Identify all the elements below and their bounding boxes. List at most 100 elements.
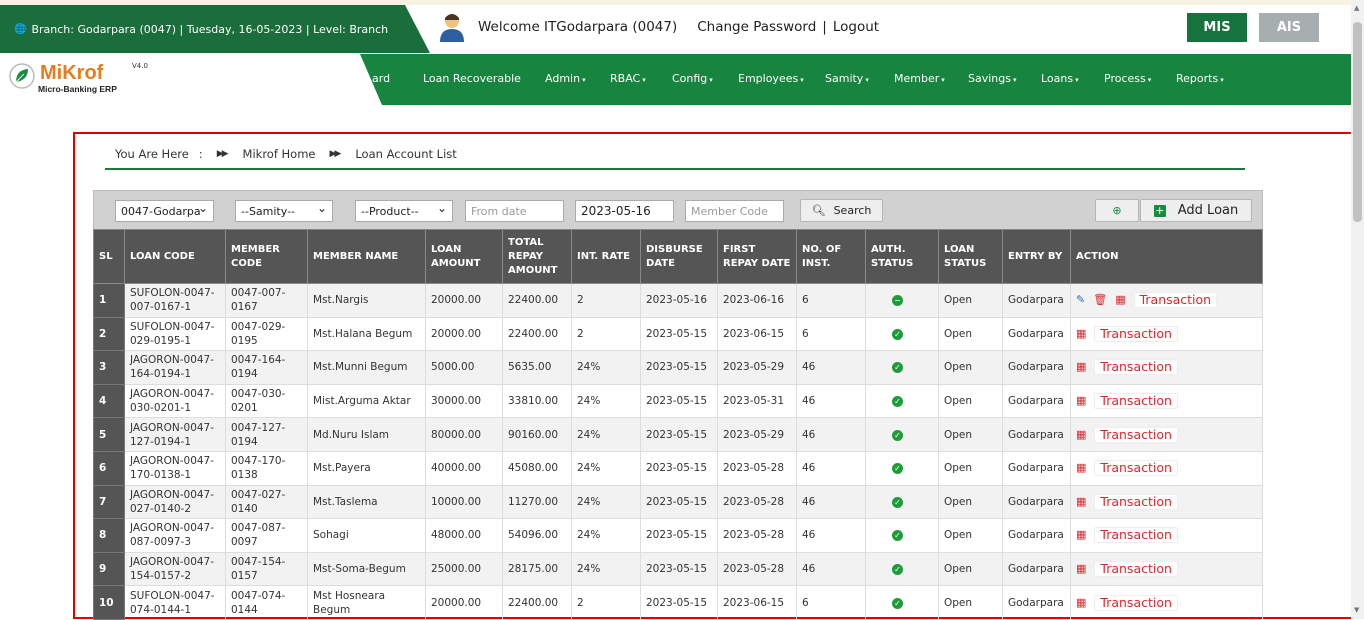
cell-sl: 4 (93, 383, 125, 419)
mis-button[interactable]: MIS (1187, 13, 1247, 42)
transaction-button[interactable]: Transaction (1133, 292, 1218, 309)
calendar-icon[interactable]: ▦ (1076, 562, 1086, 576)
nav-admin[interactable]: Admin ▾ (545, 72, 586, 85)
calendar-icon[interactable]: ▦ (1076, 428, 1086, 442)
transaction-button[interactable]: Transaction (1094, 359, 1178, 376)
cell-member-code: 0047-087-0097 (225, 518, 308, 553)
transaction-button[interactable]: Transaction (1094, 460, 1178, 477)
caret-down-icon: ▾ (1220, 76, 1224, 84)
page-scrollbar[interactable]: ▲ ▼ (1351, 0, 1364, 619)
cell-loan-status: Open (938, 316, 1003, 352)
scrollbar-thumb[interactable] (1353, 22, 1362, 222)
nav-dashboard[interactable]: ard (372, 72, 390, 85)
action-group: ▦ Transaction (1076, 561, 1257, 578)
calendar-icon[interactable]: ▦ (1076, 327, 1086, 341)
logout-link[interactable]: Logout (833, 19, 879, 35)
member-code-input[interactable]: Member Code (685, 200, 784, 222)
cell-member-name: Mst.Payera (307, 450, 426, 486)
cell-disburse-date: 2023-05-16 (640, 283, 718, 318)
breadcrumb-home[interactable]: Mikrof Home (243, 147, 316, 161)
calendar-icon[interactable]: ▦ (1076, 461, 1086, 475)
from-date-input[interactable]: From date (465, 200, 564, 222)
change-password-link[interactable]: Change Password (697, 19, 816, 35)
product-select[interactable]: --Product-- (355, 200, 453, 222)
cell-auth-status: ✓ (865, 316, 939, 352)
nav-loan-recoverable[interactable]: Loan Recoverable (423, 72, 521, 85)
nav-config[interactable]: Config ▾ (672, 72, 713, 85)
calendar-icon[interactable]: ▦ (1076, 394, 1086, 408)
transaction-button[interactable]: Transaction (1094, 493, 1178, 510)
scroll-down-icon[interactable]: ▼ (1354, 606, 1359, 614)
transaction-button[interactable]: Transaction (1094, 561, 1178, 578)
nav-rbac[interactable]: RBAC ▾ (610, 72, 646, 85)
nav-member[interactable]: Member ▾ (894, 72, 945, 85)
table-row: 7 JAGORON-0047-027-0140-2 0047-027-0140 Mst… (93, 484, 1263, 520)
link-separator: | (822, 19, 827, 35)
logo-subtitle: Micro-Banking ERP (38, 84, 117, 94)
cell-loan-amount: 20000.00 (425, 316, 503, 352)
breadcrumb-colon: : (198, 147, 203, 161)
calendar-icon[interactable]: ▦ (1076, 596, 1086, 610)
cell-disburse-date: 2023-05-15 (640, 518, 718, 553)
table-row: 3 JAGORON-0047-164-0194-1 0047-164-0194 Mst… (93, 350, 1263, 385)
mikrof-logo[interactable]: MiKrof V4.0 Micro-Banking ERP (8, 60, 168, 100)
cell-member-code: 0047-164-0194 (225, 350, 308, 385)
transaction-button[interactable]: Transaction (1094, 393, 1178, 410)
transaction-button[interactable]: Transaction (1094, 594, 1178, 611)
cell-auth-status: ✓ (865, 518, 939, 553)
branch-select[interactable]: 0047-Godarpa (115, 200, 214, 222)
cell-entry-by: Godarpara (1002, 518, 1071, 553)
transaction-button[interactable]: Transaction (1094, 527, 1178, 544)
calendar-icon[interactable]: ▦ (1076, 495, 1086, 509)
cell-first-repay: 2023-05-29 (717, 417, 797, 452)
nav-config-label: Config (672, 72, 708, 85)
logo-name-rest: Krof (62, 62, 104, 84)
table-header-row: SL LOAN CODE MEMBER CODE MEMBER NAME LOA… (93, 229, 1263, 284)
nav-member-label: Member (894, 72, 940, 85)
nav-process[interactable]: Process ▾ (1104, 72, 1151, 85)
transaction-button[interactable]: Transaction (1094, 426, 1178, 443)
to-date-input[interactable]: 2023-05-16 (575, 200, 674, 222)
nav-reports-label: Reports (1176, 72, 1219, 85)
cell-disburse-date: 2023-05-15 (640, 316, 718, 352)
nav-savings[interactable]: Savings ▾ (968, 72, 1017, 85)
nav-loans[interactable]: Loans ▾ (1041, 72, 1079, 85)
edit-icon[interactable]: ✎ (1076, 293, 1085, 307)
action-group: ▦ Transaction (1076, 359, 1257, 376)
cell-entry-by: Godarpara (1002, 484, 1071, 520)
scroll-up-icon[interactable]: ▲ (1354, 4, 1359, 12)
cell-total-repay: 54096.00 (502, 518, 572, 553)
cell-member-name: Mst-Soma-Begum (307, 551, 426, 587)
nav-reports[interactable]: Reports ▾ (1176, 72, 1224, 85)
cell-loan-amount: 10000.00 (425, 484, 503, 520)
search-button[interactable]: 🔍︎ Search (800, 199, 883, 222)
cell-entry-by: Godarpara (1002, 316, 1071, 352)
action-group: ▦ Transaction (1076, 393, 1257, 410)
col-header-member-name: MEMBER NAME (307, 229, 426, 284)
caret-down-icon: ▾ (800, 76, 804, 84)
cell-inst: 46 (796, 383, 866, 419)
search-icon: 🔍︎ (811, 204, 826, 217)
cell-loan-status: Open (938, 585, 1003, 620)
calendar-icon[interactable]: ▦ (1076, 528, 1086, 542)
cell-loan-code: JAGORON-0047-027-0140-2 (124, 484, 226, 520)
samity-select[interactable]: --Samity-- (235, 200, 333, 222)
calendar-icon[interactable]: ▦ (1115, 293, 1125, 307)
cell-int-rate: 24% (571, 450, 641, 486)
add-loan-button[interactable]: + Add Loan (1140, 199, 1252, 222)
cell-action: ▦ Transaction (1070, 450, 1263, 486)
col-header-first-repay: FIRST REPAY DATE (717, 229, 797, 284)
ais-button[interactable]: AIS (1259, 13, 1319, 42)
cell-member-code: 0047-030-0201 (225, 383, 308, 419)
nav-loan-recoverable-label: Loan Recoverable (423, 72, 521, 85)
transaction-button[interactable]: Transaction (1094, 325, 1178, 342)
nav-samity[interactable]: Samity ▾ (825, 72, 869, 85)
calendar-icon[interactable]: ▦ (1076, 360, 1086, 374)
welcome-text: Welcome ITGodarpara (0047) (478, 19, 678, 35)
trash-icon[interactable]: 🗑︎ (1093, 293, 1107, 307)
nav-employees[interactable]: Employees ▾ (738, 72, 804, 85)
cell-entry-by: Godarpara (1002, 283, 1071, 318)
nav-process-label: Process (1104, 72, 1146, 85)
zoom-in-button[interactable]: ⊕ (1095, 199, 1139, 222)
logo-name-m: Mi (40, 62, 63, 84)
